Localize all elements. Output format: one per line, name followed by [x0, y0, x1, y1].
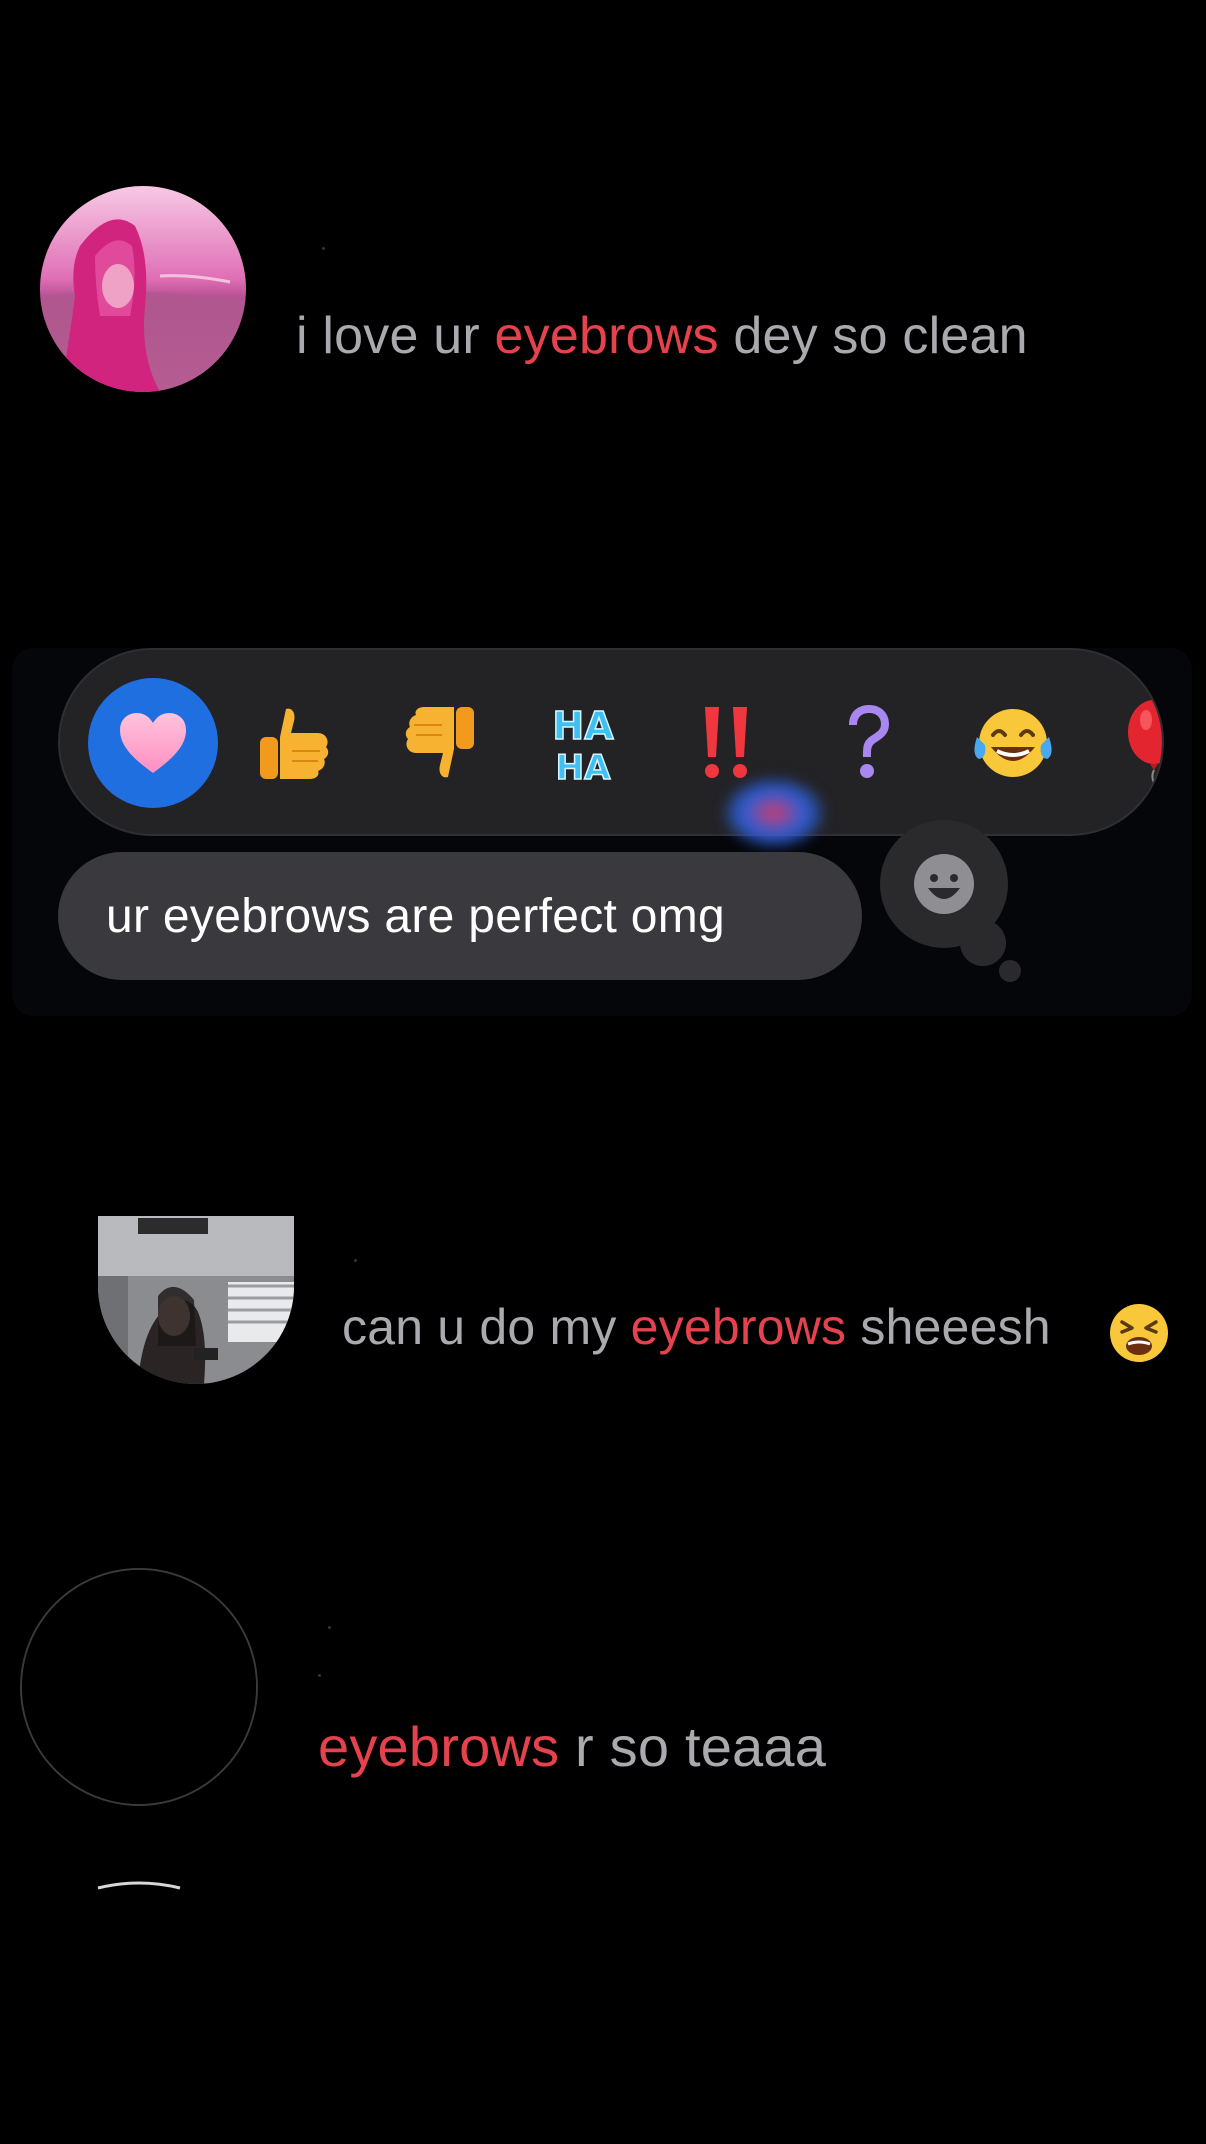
avatar-commenter-2[interactable]	[98, 1216, 294, 1384]
artifact-dot	[322, 247, 325, 250]
thumbs-up-icon	[260, 708, 329, 779]
comment-prefix: i love ur	[296, 307, 495, 365]
question-icon	[849, 705, 889, 778]
comment-text-1: i love ur eyebrows dey so clean	[296, 306, 1028, 366]
haha-icon: HA HA	[552, 703, 615, 785]
thought-bubble-dot	[960, 920, 1006, 966]
heart-icon	[120, 713, 186, 773]
reaction-thumbs-down-button[interactable]	[374, 678, 504, 808]
profile-photo-pink-icon	[40, 186, 246, 392]
avatar-commenter-3[interactable]	[20, 1568, 258, 1806]
comment-text-2: can u do my eyebrows sheeesh	[342, 1298, 1051, 1356]
comment-suffix: r so teaaa	[559, 1715, 827, 1778]
thumbs-down-icon	[405, 707, 474, 778]
weary-face-icon	[1110, 1304, 1168, 1362]
avatar-commenter-1[interactable]	[40, 186, 246, 392]
keyword-highlight: eyebrows	[318, 1715, 560, 1778]
comment-text-3: eyebrows r so teaaa	[318, 1714, 826, 1779]
selected-indicator	[88, 678, 218, 808]
tapback-bar: HA HA	[58, 648, 1164, 836]
smiley-face-icon	[914, 854, 974, 914]
haha-top-text: HA	[552, 704, 614, 748]
artifact-dot	[328, 1626, 331, 1629]
selected-message-text: ur eyebrows are perfect omg	[106, 889, 726, 943]
reaction-haha-button[interactable]: HA HA	[518, 678, 648, 808]
keyword-highlight: eyebrows	[630, 1299, 847, 1355]
tears-of-joy-icon	[974, 709, 1052, 777]
artifact-dot	[318, 1674, 321, 1677]
profile-photo-empty-icon	[22, 1570, 256, 1804]
selected-message-bubble[interactable]: ur eyebrows are perfect omg	[58, 852, 862, 980]
profile-photo-gray-icon	[98, 1216, 294, 1384]
reaction-balloon-button[interactable]	[1090, 678, 1162, 808]
double-exclamation-icon	[705, 707, 747, 778]
reaction-laughing-button[interactable]	[948, 678, 1078, 808]
thought-bubble-dot	[999, 960, 1021, 982]
next-avatar-edge	[97, 1881, 181, 1890]
reaction-placement-glow	[724, 778, 824, 848]
comment-prefix: can u do my	[342, 1299, 631, 1355]
comment-suffix: sheeesh	[846, 1299, 1051, 1355]
reaction-heart-button[interactable]	[88, 678, 218, 808]
reaction-screen: i love ur eyebrows dey so clean HA HA ur…	[0, 0, 1206, 2144]
reaction-thumbs-up-button[interactable]	[230, 678, 360, 808]
keyword-highlight: eyebrows	[494, 307, 719, 365]
artifact-dot	[354, 1259, 357, 1262]
reaction-question-button[interactable]	[804, 678, 934, 808]
red-balloon-icon	[1128, 700, 1162, 787]
haha-bottom-text: HA	[556, 748, 611, 785]
comment-suffix: dey so clean	[718, 307, 1028, 365]
